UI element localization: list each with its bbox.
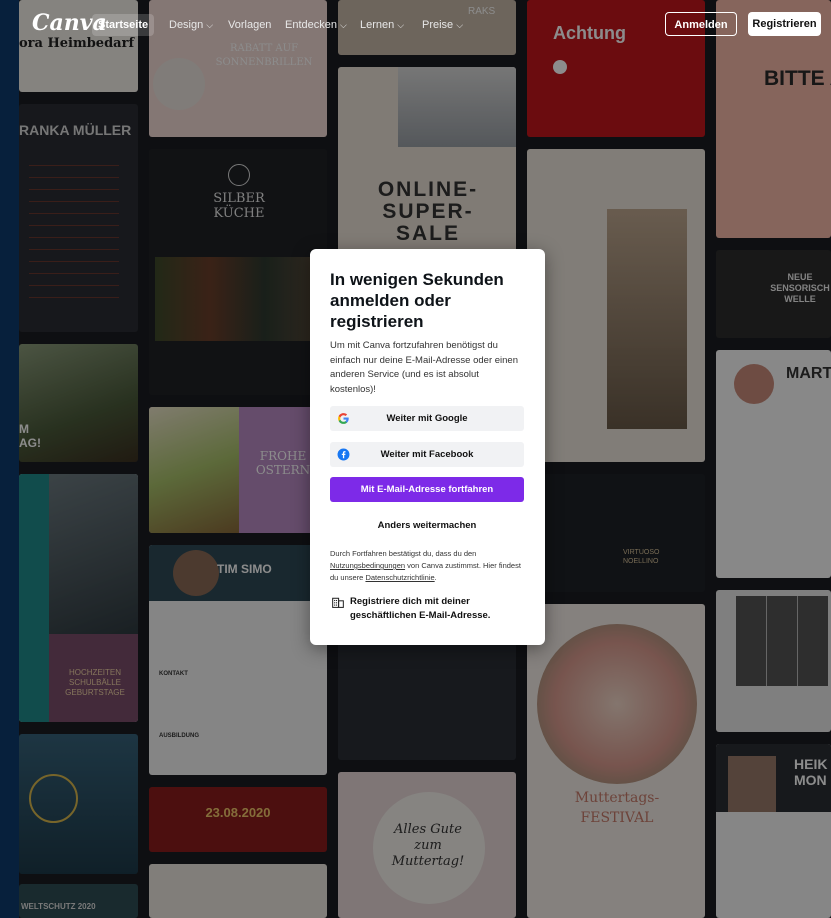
- google-login-button[interactable]: Weiter mit Google: [330, 406, 524, 431]
- building-icon: [332, 597, 344, 608]
- login-button[interactable]: Anmelden: [665, 12, 737, 36]
- business-signup-label: Registriere dich mit deiner geschäftlich…: [350, 596, 491, 621]
- chevron-down-icon: ⌵: [339, 20, 347, 30]
- nav-item-design[interactable]: Design ⌵: [163, 14, 219, 36]
- register-button[interactable]: Registrieren: [748, 12, 821, 36]
- chevron-down-icon: ⌵: [456, 20, 464, 30]
- email-continue-button[interactable]: Mit E-Mail-Adresse fortfahren: [330, 477, 524, 502]
- nav-item-startseite[interactable]: Startseite: [92, 14, 155, 36]
- facebook-icon: [337, 448, 350, 461]
- terms-link[interactable]: Nutzungsbedingungen: [330, 561, 405, 570]
- nav-item-lernen[interactable]: Lernen ⌵: [354, 14, 410, 36]
- nav-item-label: Design: [169, 19, 204, 31]
- other-options-button[interactable]: Anders weitermachen: [330, 517, 524, 535]
- modal-description: Um mit Canva fortzufahren benötigst du e…: [330, 340, 518, 395]
- google-icon: [338, 413, 349, 424]
- facebook-login-label: Weiter mit Facebook: [380, 449, 474, 460]
- modal-title: In wenigen Sekunden anmelden oder regist…: [330, 270, 504, 331]
- nav-item-label: Vorlagen: [228, 19, 272, 31]
- top-navigation: Canva Startseite Design ⌵ Vorlagen Entdecken…: [0, 0, 831, 48]
- legal-text: .: [434, 573, 437, 582]
- chevron-down-icon: ⌵: [397, 20, 405, 30]
- legal-text: Durch Fortfahren bestätigst du, dass du …: [330, 549, 477, 558]
- nav-item-vorlagen[interactable]: Vorlagen: [222, 14, 277, 36]
- chevron-down-icon: ⌵: [206, 20, 214, 30]
- nav-item-label: Startseite: [98, 19, 149, 31]
- business-signup-link[interactable]: Registriere dich mit deiner geschäftlich…: [330, 595, 526, 625]
- nav-item-label: Entdecken: [285, 19, 337, 31]
- nav-item-entdecken[interactable]: Entdecken ⌵: [279, 14, 353, 36]
- facebook-login-button[interactable]: Weiter mit Facebook: [330, 442, 524, 467]
- legal-notice: Durch Fortfahren bestätigst du, dass du …: [330, 548, 526, 584]
- signup-modal: In wenigen Sekunden anmelden oder regist…: [310, 249, 545, 645]
- nav-item-label: Preise: [422, 19, 454, 31]
- privacy-link[interactable]: Datenschutzrichtlinie: [365, 573, 434, 582]
- google-login-label: Weiter mit Google: [386, 413, 468, 424]
- nav-item-label: Lernen: [360, 19, 395, 31]
- nav-item-preise[interactable]: Preise ⌵: [416, 14, 469, 36]
